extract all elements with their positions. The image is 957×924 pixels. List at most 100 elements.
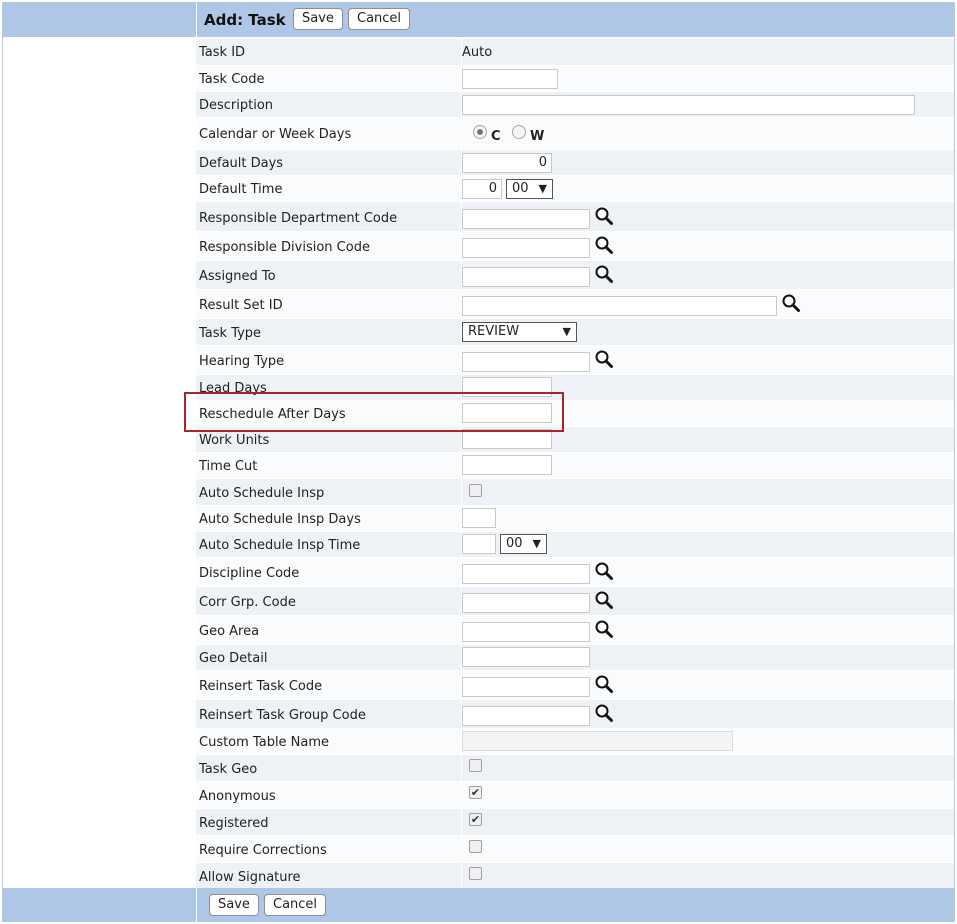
work-units-input[interactable] [462,429,552,449]
anonymous-checkbox[interactable]: ✔ [469,786,482,799]
row-custom-table-name: Custom Table Name [196,728,954,754]
hearing-type-input[interactable] [462,352,590,372]
field-label: Calendar or Week Days [199,127,352,142]
default-time-minute-select[interactable]: 00 ▼ [506,179,553,199]
auto-schedule-insp-time-minute-select[interactable]: 00 ▼ [500,534,547,554]
row-reinsert-task-code: Reinsert Task Code [196,670,954,699]
reinsert-task-group-code-input[interactable] [462,706,590,726]
checkmark-icon: ✔ [470,813,481,826]
field-label: Result Set ID [199,298,283,313]
footer-cancel-button[interactable]: Cancel [264,894,327,916]
corr-grp-code-input[interactable] [462,593,590,613]
row-default-time: Default Time 0 00 ▼ [196,175,954,201]
description-input[interactable] [462,95,915,115]
auto-schedule-insp-checkbox[interactable] [469,484,482,497]
field-label: Anonymous [199,789,276,804]
field-label: Geo Area [199,624,260,639]
magnifier-icon[interactable] [594,590,614,610]
field-label: Registered [199,816,269,831]
week-days-radio[interactable] [512,125,526,139]
auto-schedule-insp-time-hour-input[interactable] [462,534,496,554]
row-calendar-week: Calendar or Week Days C W [196,117,954,149]
magnifier-icon[interactable] [594,235,614,255]
row-result-set-id: Result Set ID [196,289,954,318]
magnifier-icon[interactable] [594,349,614,369]
geo-detail-input[interactable] [462,647,590,667]
responsible-department-input[interactable] [462,209,590,229]
field-label: Responsible Department Code [199,211,398,226]
magnifier-icon[interactable] [594,703,614,723]
magnifier-icon[interactable] [594,561,614,581]
row-reinsert-task-group-code: Reinsert Task Group Code [196,699,954,728]
magnifier-icon[interactable] [594,206,614,226]
registered-checkbox[interactable]: ✔ [469,813,482,826]
magnifier-icon[interactable] [594,264,614,284]
dropdown-arrow-icon: ▼ [562,325,571,338]
field-label: Task Geo [199,762,258,777]
reschedule-after-days-input[interactable] [462,403,552,423]
dropdown-arrow-icon: ▼ [538,182,547,195]
save-button[interactable]: Save [293,8,343,30]
magnifier-icon[interactable] [594,619,614,639]
reinsert-task-code-input[interactable] [462,677,590,697]
task-code-input[interactable] [462,69,558,89]
lead-days-input[interactable] [462,377,552,397]
row-auto-schedule-insp-time: Auto Schedule Insp Time 00 ▼ [196,531,954,557]
calendar-days-label: C [491,129,501,144]
checkmark-icon: ✔ [470,786,481,799]
row-responsible-division: Responsible Division Code [196,231,954,260]
row-require-corrections: Require Corrections [196,835,954,862]
discipline-code-input[interactable] [462,564,590,584]
row-work-units: Work Units [196,426,954,452]
field-label: Task ID [199,45,246,60]
auto-schedule-insp-time-minute-value: 00 [506,536,523,551]
task-geo-checkbox[interactable] [469,759,482,772]
responsible-division-input[interactable] [462,238,590,258]
field-label: Task Code [199,72,265,87]
row-reschedule-after-days: Reschedule After Days [196,400,954,426]
row-geo-area: Geo Area [196,615,954,644]
row-task-type: Task Type REVIEW ▼ [196,318,954,345]
field-label: Require Corrections [199,843,327,858]
magnifier-icon[interactable] [781,293,801,313]
field-label: Auto Schedule Insp [199,486,325,501]
result-set-id-input[interactable] [462,296,777,316]
task-type-select[interactable]: REVIEW ▼ [462,322,577,342]
task-id-value: Auto [462,45,493,60]
row-auto-schedule-insp-days: Auto Schedule Insp Days [196,505,954,531]
field-label: Default Time [199,182,283,197]
default-time-hour-input[interactable]: 0 [462,179,502,199]
footer-save-button[interactable]: Save [209,894,259,916]
field-label: Hearing Type [199,354,285,369]
week-days-label: W [530,129,545,144]
row-assigned-to: Assigned To [196,260,954,289]
assigned-to-input[interactable] [462,267,590,287]
field-label: Default Days [199,156,284,171]
row-responsible-department: Responsible Department Code [196,201,954,231]
field-label: Corr Grp. Code [199,595,296,610]
magnifier-icon[interactable] [594,674,614,694]
row-lead-days: Lead Days [196,374,954,400]
row-task-geo: Task Geo [196,754,954,781]
field-label: Description [199,98,274,113]
row-anonymous: Anonymous ✔ [196,781,954,808]
row-description: Description [196,91,954,117]
auto-schedule-insp-days-input[interactable] [462,508,496,528]
dropdown-arrow-icon: ▼ [532,537,541,550]
field-label: Geo Detail [199,651,268,666]
row-task-code: Task Code [196,65,954,91]
geo-area-input[interactable] [462,622,590,642]
require-corrections-checkbox[interactable] [469,840,482,853]
time-cut-input[interactable] [462,455,552,475]
field-label: Auto Schedule Insp Time [199,538,361,553]
allow-signature-checkbox[interactable] [469,867,482,880]
row-hearing-type: Hearing Type [196,345,954,374]
field-label: Custom Table Name [199,735,330,750]
field-label: Time Cut [199,459,258,474]
row-corr-grp-code: Corr Grp. Code [196,586,954,615]
cancel-button[interactable]: Cancel [348,8,411,30]
calendar-days-radio[interactable] [473,125,487,139]
field-label: Work Units [199,433,270,448]
field-label: Lead Days [199,381,267,396]
default-days-input[interactable]: 0 [462,153,552,173]
